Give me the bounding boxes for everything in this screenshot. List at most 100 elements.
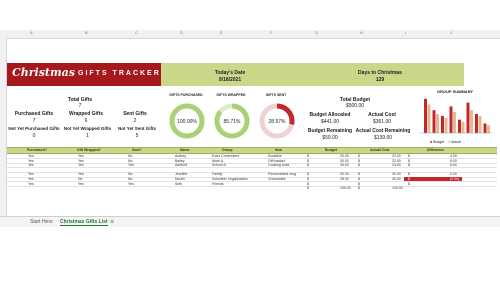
- table-cell[interactable]: $: [408, 182, 410, 186]
- total-gifts-value: 7: [78, 103, 82, 109]
- table-cell[interactable]: $: [358, 154, 360, 158]
- table-cell[interactable]: 30.00: [340, 159, 349, 163]
- table-cell[interactable]: No: [128, 159, 132, 163]
- table-cell[interactable]: Seth: [175, 182, 182, 186]
- tab-christmas-gifts-list[interactable]: Christmas Gifts List: [60, 219, 108, 226]
- actual-bar: [453, 112, 456, 133]
- table-cell[interactable]: $: [307, 172, 309, 176]
- table-cell[interactable]: $: [408, 159, 410, 163]
- table-cell[interactable]: No: [128, 177, 132, 181]
- actual-bar: [470, 110, 473, 133]
- table-cell[interactable]: 30.00: [340, 172, 349, 176]
- actual-bar: [461, 121, 465, 133]
- actual-bar: [487, 125, 490, 133]
- header-actual-cost[interactable]: Actual Cost: [370, 148, 389, 152]
- table-cell[interactable]: Yes: [78, 154, 84, 158]
- table-cell[interactable]: Yes: [78, 159, 84, 163]
- table-cell[interactable]: Yes: [78, 172, 84, 176]
- table-cell[interactable]: Audrey: [175, 154, 186, 158]
- group-summary-chart: [420, 98, 492, 134]
- table-cell[interactable]: $: [408, 177, 410, 181]
- legend-budget-swatch: ■: [430, 140, 433, 144]
- table-cell[interactable]: 6.00: [450, 163, 457, 167]
- table-cell[interactable]: 24.00: [392, 163, 401, 167]
- table-cell[interactable]: Ashford: [175, 163, 187, 167]
- table-cell[interactable]: $: [408, 172, 410, 176]
- header-gift-wrapped[interactable]: Gift Wrapped?: [77, 148, 101, 152]
- total-budget-value[interactable]: $500.00: [320, 103, 390, 109]
- table-cell[interactable]: $: [358, 163, 360, 167]
- table-cell[interactable]: Yes: [128, 163, 134, 167]
- table-cell[interactable]: $: [408, 163, 410, 167]
- table-cell[interactable]: Bailey: [175, 159, 185, 163]
- table-cell[interactable]: $: [307, 182, 309, 186]
- donut-percent: 85.71%: [224, 119, 242, 125]
- table-cell[interactable]: $: [358, 182, 360, 186]
- todays-date-value[interactable]: 9/18/2021: [190, 77, 270, 83]
- table-cell[interactable]: Friends: [212, 182, 224, 186]
- table-cell[interactable]: Yes: [28, 177, 34, 181]
- actual-bar: [444, 117, 448, 133]
- table-cell[interactable]: School A: [212, 163, 226, 167]
- table-cell[interactable]: 22.00: [392, 159, 401, 163]
- table-cell[interactable]: $: [358, 177, 360, 181]
- table-cell[interactable]: No: [128, 172, 132, 176]
- table-cell[interactable]: 28.00: [340, 177, 349, 181]
- table-cell[interactable]: Yes: [28, 154, 34, 158]
- donut-percent: 28.57%: [269, 119, 287, 125]
- days-to-christmas-label: Days to Christmas: [358, 70, 402, 76]
- header-item[interactable]: Item: [275, 148, 282, 152]
- table-cell[interactable]: $: [307, 163, 309, 167]
- table-cell[interactable]: Chocolates: [268, 177, 286, 181]
- table-cell[interactable]: $: [307, 177, 309, 181]
- table-cell[interactable]: No: [128, 154, 132, 158]
- legend-actual-swatch: ■: [448, 140, 451, 144]
- table-cell[interactable]: Gift basket: [268, 159, 285, 163]
- table-cell[interactable]: Volunteer Organization: [212, 177, 248, 181]
- table-cell[interactable]: Yes: [28, 163, 34, 167]
- budget-bar: [424, 98, 427, 133]
- table-cell[interactable]: Extra Commuters: [212, 154, 239, 158]
- table-cell[interactable]: Norah: [175, 177, 185, 181]
- table-cell[interactable]: Jennifer: [175, 172, 187, 176]
- header-purchased[interactable]: Purchased?: [27, 148, 47, 152]
- tab-start-here[interactable]: Start Here: [30, 219, 53, 225]
- table-cell[interactable]: 8.00: [450, 159, 457, 163]
- header-difference[interactable]: Difference: [427, 148, 444, 152]
- table-cell[interactable]: No: [78, 177, 82, 181]
- table-cell[interactable]: 0.00: [450, 172, 457, 176]
- budget-bar: [432, 110, 436, 133]
- budget-bar: [458, 119, 461, 133]
- table-cell[interactable]: $: [408, 154, 410, 158]
- table-cell[interactable]: 30.00: [392, 177, 401, 181]
- header-name[interactable]: Name: [180, 148, 190, 152]
- header-budget[interactable]: Budget: [325, 148, 337, 152]
- header-group[interactable]: Group: [222, 148, 233, 152]
- table-cell[interactable]: $: [358, 172, 360, 176]
- table-cell[interactable]: Cooking tools: [268, 163, 289, 167]
- table-cell[interactable]: Yes: [128, 182, 134, 186]
- table-cell[interactable]: 30.00: [340, 163, 349, 167]
- table-cell[interactable]: Work A: [212, 159, 223, 163]
- actual-cost-label: Actual Cost: [368, 112, 396, 118]
- table-cell[interactable]: Yes: [28, 159, 34, 163]
- table-cell[interactable]: $: [358, 159, 360, 163]
- table-cell[interactable]: Yes: [78, 182, 84, 186]
- table-cell[interactable]: (2.00): [450, 177, 459, 181]
- table-cell[interactable]: $: [307, 159, 309, 163]
- header-sent[interactable]: Sent?: [132, 148, 142, 152]
- table-cell[interactable]: 20.00: [340, 154, 349, 158]
- table-cell[interactable]: Yes: [78, 163, 84, 167]
- table-cell[interactable]: Scrabble: [268, 154, 282, 158]
- donut-label: GIFTS SENT: [265, 93, 287, 97]
- table-cell[interactable]: 30.00: [392, 172, 401, 176]
- table-cell[interactable]: 4.00: [450, 154, 457, 158]
- add-sheet-icon[interactable]: ⊕: [110, 219, 114, 225]
- table-cell[interactable]: Family: [212, 172, 222, 176]
- table-cell[interactable]: 22.00: [392, 154, 401, 158]
- table-cell[interactable]: $: [307, 154, 309, 158]
- table-cell[interactable]: Yes: [28, 172, 34, 176]
- wrapped-gifts-value: 6: [84, 118, 88, 124]
- table-cell[interactable]: Personalized mug: [268, 172, 296, 176]
- table-cell[interactable]: Yes: [28, 182, 34, 186]
